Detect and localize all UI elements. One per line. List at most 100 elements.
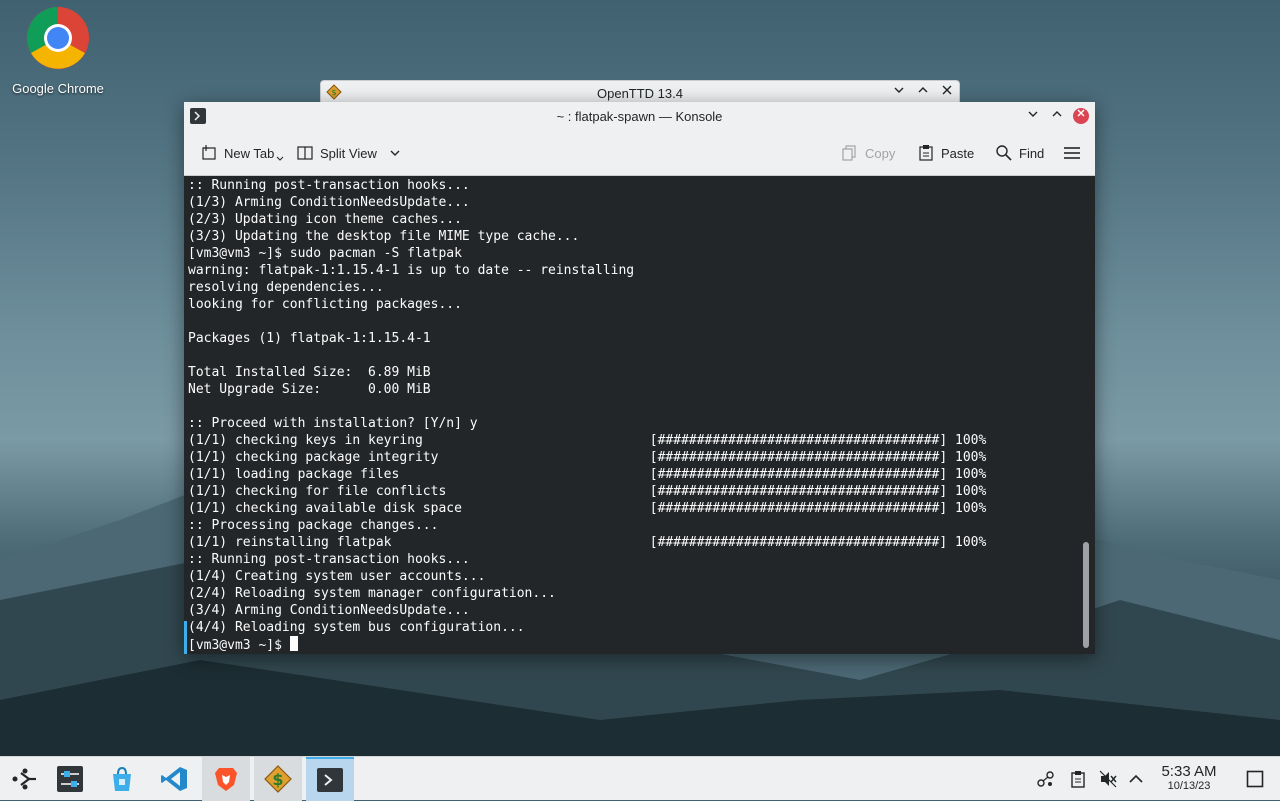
show-desktop-icon <box>1246 770 1264 788</box>
minimize-button[interactable] <box>1025 108 1041 124</box>
chevron-down-icon <box>894 87 904 93</box>
konsole-window[interactable]: ~ : flatpak-spawn — Konsole New Tab Spli… <box>184 102 1095 654</box>
tray-expand-icon <box>1129 774 1143 783</box>
chevron-down-icon <box>390 150 400 156</box>
terminal-line: (4/4) Reloading system bus configuration… <box>188 620 525 635</box>
terminal-line: :: Processing package changes... <box>188 518 439 533</box>
paste-label: Paste <box>941 145 975 161</box>
terminal-line: (3/3) Updating the desktop file MIME typ… <box>188 229 580 244</box>
hamburger-menu-icon <box>1064 147 1080 159</box>
brave-icon <box>215 768 237 791</box>
konsole-icon <box>317 768 343 792</box>
terminal-line: (1/1) checking package integrity [######… <box>188 450 987 465</box>
terminal-line: (1/1) reinstalling flatpak [############… <box>188 535 987 550</box>
maximize-button[interactable] <box>1049 108 1065 124</box>
new-tab-icon <box>202 145 216 160</box>
scrollbar[interactable] <box>1083 542 1089 648</box>
terminal-output[interactable]: :: Running post-transaction hooks...(1/3… <box>184 176 1095 654</box>
show-desktop-button[interactable] <box>1246 770 1264 788</box>
copy-label: Copy <box>865 145 896 161</box>
terminal-prompt: [vm3@vm3 ~]$ <box>188 636 986 654</box>
window-title: ~ : flatpak-spawn — Konsole <box>556 109 723 124</box>
clipboard-button[interactable] <box>1069 770 1087 788</box>
app-launcher-button[interactable] <box>0 757 48 801</box>
close-icon <box>942 85 952 95</box>
clipboard-icon <box>1071 771 1085 788</box>
minimize-button[interactable] <box>891 84 907 100</box>
clock-date: 10/13/23 <box>1167 780 1211 792</box>
maximize-button[interactable] <box>915 84 931 100</box>
find-button[interactable]: Find <box>995 142 1044 164</box>
terminal-line: (1/3) Arming ConditionNeedsUpdate... <box>188 195 470 210</box>
toolbar: New Tab Split View Copy Paste Find <box>184 130 1095 176</box>
terminal-marker <box>184 621 187 654</box>
openttd-window[interactable]: $ OpenTTD 13.4 <box>320 80 960 104</box>
network-icon <box>1037 771 1054 787</box>
desktop-icon-label: Google Chrome <box>12 81 104 96</box>
desktop-icon-google-chrome[interactable]: Google Chrome <box>6 6 110 96</box>
volume-button[interactable] <box>1099 770 1117 788</box>
new-tab-label: New Tab <box>224 145 275 161</box>
copy-button[interactable]: Copy <box>841 142 895 164</box>
terminal-line: (1/4) Creating system user accounts... <box>188 569 486 584</box>
window-title: OpenTTD 13.4 <box>597 86 683 101</box>
close-button[interactable] <box>1073 108 1089 124</box>
hamburger-menu-button[interactable] <box>1063 142 1087 164</box>
vscode-icon <box>161 767 187 791</box>
terminal-line: resolving dependencies... <box>188 280 384 295</box>
terminal-lines: :: Running post-transaction hooks...(1/3… <box>188 177 986 654</box>
paste-icon <box>919 145 933 161</box>
terminal-line: looking for conflicting packages... <box>188 297 462 312</box>
app-launcher-icon <box>12 768 36 790</box>
terminal-line: warning: flatpak-1:1.15.4-1 is up to dat… <box>188 263 635 278</box>
find-label: Find <box>1019 145 1045 161</box>
network-button[interactable] <box>1037 770 1055 788</box>
terminal-line: (1/1) loading package files [###########… <box>188 467 987 482</box>
taskbar: $ 5:33 AM 10/13/23 <box>0 756 1280 801</box>
split-view-icon <box>297 146 313 160</box>
close-button[interactable] <box>939 84 955 100</box>
terminal-line: (2/4) Reloading system manager configura… <box>188 586 556 601</box>
taskbar-vscode[interactable] <box>150 757 198 801</box>
split-view-button[interactable]: Split View <box>296 142 407 164</box>
new-tab-button[interactable]: New Tab <box>200 142 284 164</box>
terminal-line: (1/1) checking available disk space [###… <box>188 501 987 516</box>
terminal-line: (1/1) checking for file conflicts [#####… <box>188 484 987 499</box>
tray-expand-button[interactable] <box>1127 770 1145 788</box>
terminal-line: (2/3) Updating icon theme caches... <box>188 212 462 227</box>
terminal-line: (1/1) checking keys in keyring [########… <box>188 433 987 448</box>
terminal-line: Net Upgrade Size: 0.00 MiB <box>188 382 431 397</box>
chevron-up-icon <box>918 87 928 93</box>
taskbar-discover[interactable] <box>98 757 146 801</box>
terminal-line: (3/4) Arming ConditionNeedsUpdate... <box>188 603 470 618</box>
paste-button[interactable]: Paste <box>917 142 974 164</box>
close-icon <box>1077 109 1085 117</box>
split-view-label: Split View <box>320 145 377 161</box>
volume-muted-icon <box>1099 770 1117 788</box>
terminal-line: Packages (1) flatpak-1:1.15.4-1 <box>188 331 431 346</box>
discover-store-icon <box>113 766 131 791</box>
terminal-cursor <box>289 636 298 651</box>
chrome-icon <box>27 7 89 69</box>
svg-text:$: $ <box>272 770 283 789</box>
dropdown-arrow-icon <box>276 156 284 161</box>
chevron-down-icon <box>1028 111 1038 117</box>
taskbar-brave[interactable] <box>202 757 250 801</box>
copy-icon <box>842 145 856 161</box>
terminal-line: :: Running post-transaction hooks... <box>188 552 470 567</box>
terminal-line: [vm3@vm3 ~]$ sudo pacman -S flatpak <box>188 246 462 261</box>
terminal-line: :: Proceed with installation? [Y/n] y <box>188 416 478 431</box>
taskbar-system-settings[interactable] <box>46 757 94 801</box>
system-settings-icon <box>57 766 83 792</box>
digital-clock[interactable]: 5:33 AM 10/13/23 <box>1156 763 1222 792</box>
taskbar-openttd[interactable]: $ <box>254 757 302 801</box>
chevron-up-icon <box>1052 111 1062 117</box>
titlebar[interactable]: ~ : flatpak-spawn — Konsole <box>184 102 1095 130</box>
openttd-icon: $ <box>264 765 292 793</box>
taskbar-konsole[interactable] <box>306 757 354 801</box>
clock-time: 5:33 AM <box>1161 763 1217 780</box>
terminal-line: :: Running post-transaction hooks... <box>188 178 470 193</box>
